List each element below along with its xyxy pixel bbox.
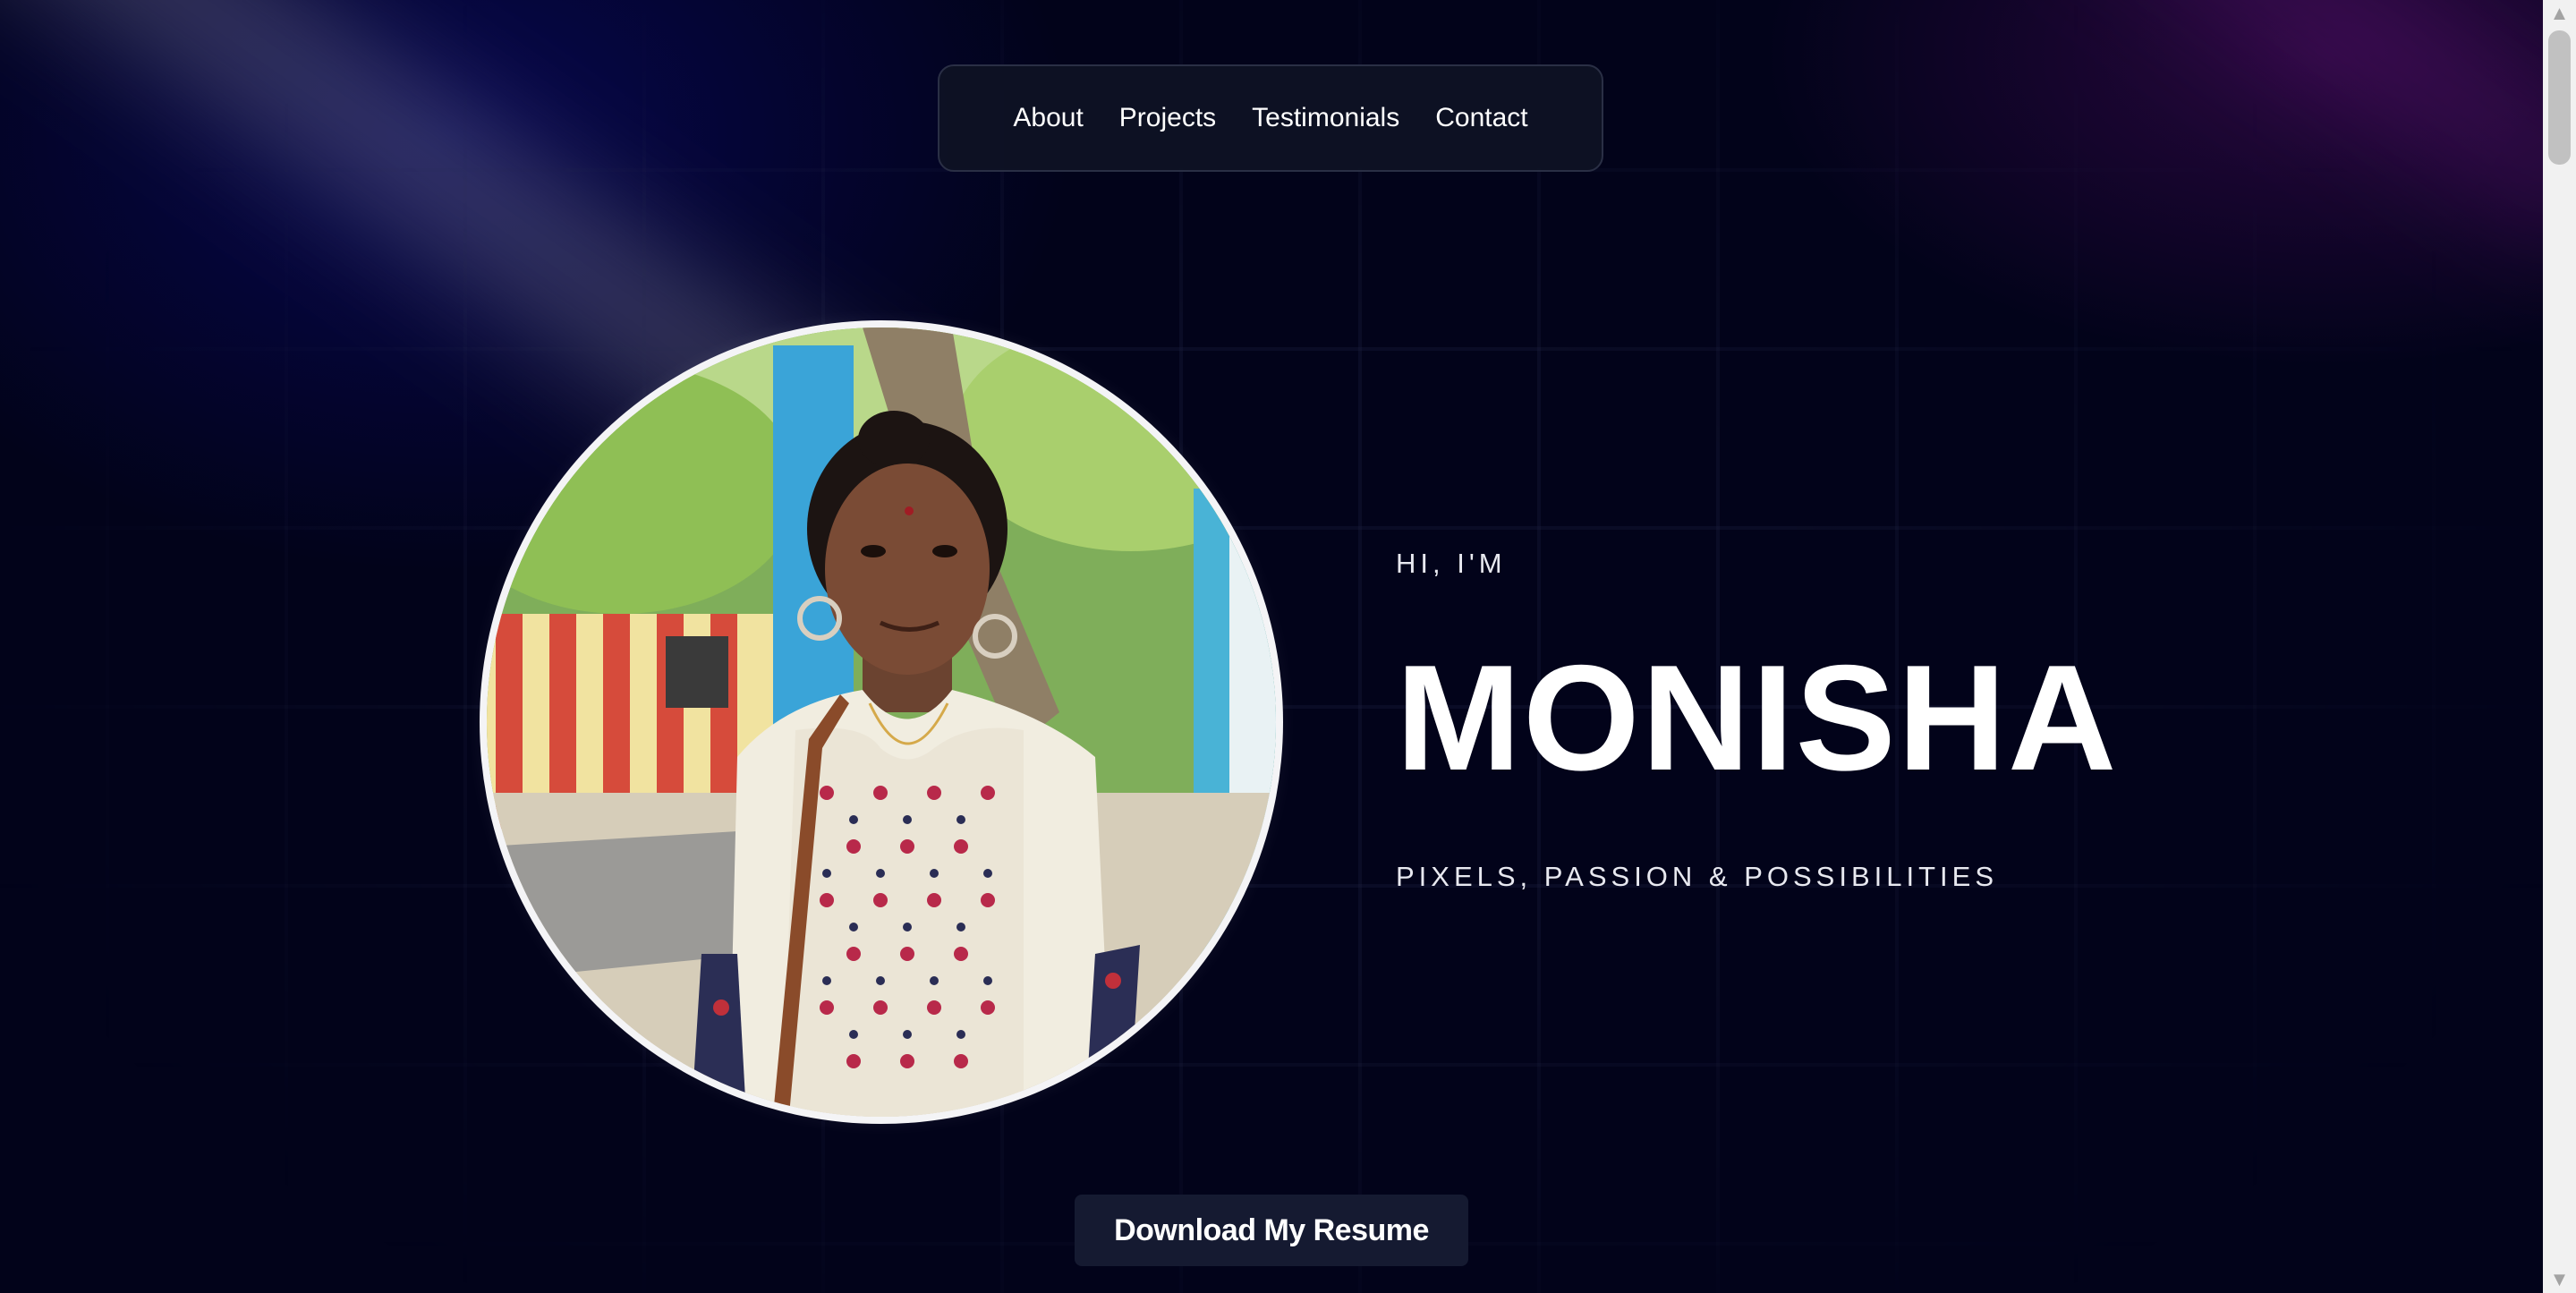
nav-link-about[interactable]: About	[1013, 103, 1083, 133]
scrollbar-thumb[interactable]	[2548, 30, 2571, 165]
scroll-up-arrow-icon[interactable]: ▲	[2543, 0, 2576, 27]
nav-link-testimonials[interactable]: Testimonials	[1252, 103, 1399, 133]
page: About Projects Testimonials Contact HI, …	[0, 0, 2543, 1293]
nav-link-projects[interactable]: Projects	[1119, 103, 1216, 133]
hero-name-heading: MONISHA	[1396, 634, 2119, 802]
top-navigation: About Projects Testimonials Contact	[938, 64, 1603, 172]
profile-photo-frame	[480, 320, 1283, 1124]
nav-link-contact[interactable]: Contact	[1435, 103, 1527, 133]
download-resume-button[interactable]: Download My Resume	[1075, 1195, 1468, 1266]
scroll-down-arrow-icon[interactable]: ▼	[2543, 1266, 2576, 1293]
vertical-scrollbar[interactable]: ▲ ▼	[2543, 0, 2576, 1293]
hero-tagline: PIXELS, PASSION & POSSIBILITIES	[1396, 861, 1999, 892]
hero-intro-text: HI, I'M	[1396, 548, 1507, 579]
profile-photo	[487, 328, 1276, 1117]
